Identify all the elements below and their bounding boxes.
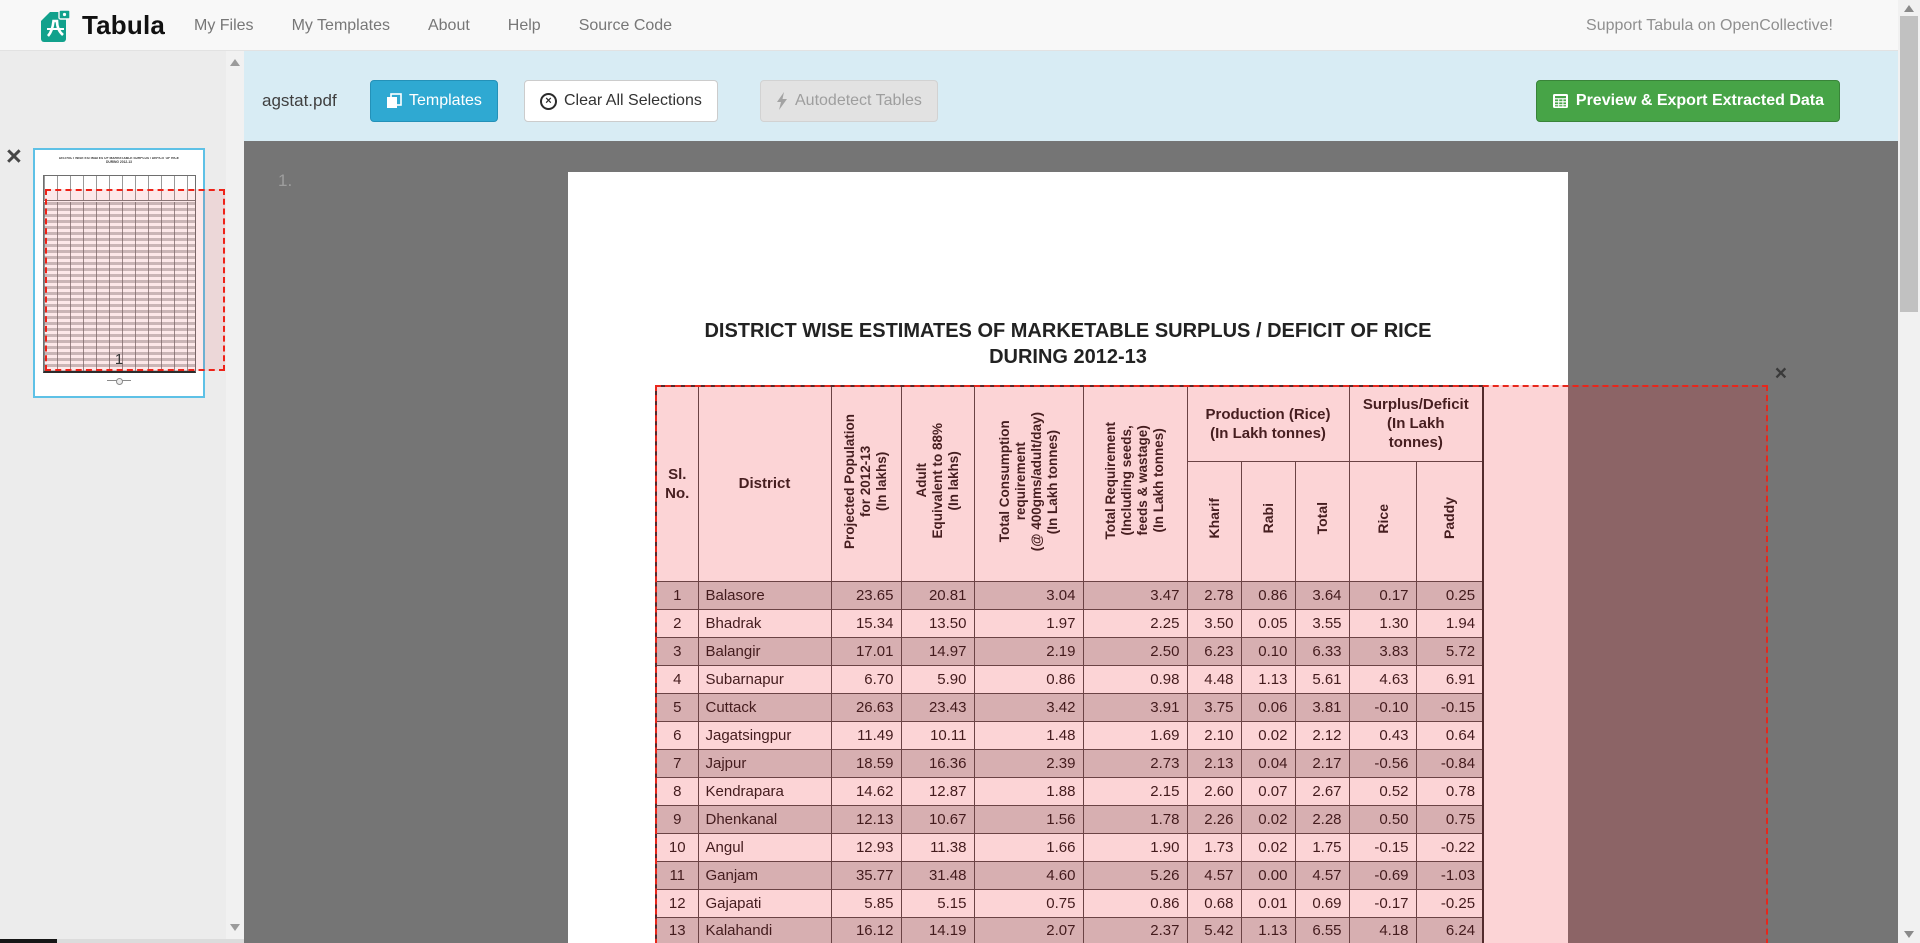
- clear-selections-icon: ×: [540, 93, 557, 110]
- horizontal-scroll-thumb[interactable]: [0, 939, 57, 943]
- toolbar: agstat.pdf Templates × Clear All Selecti…: [244, 51, 1898, 141]
- support-link[interactable]: Support Tabula on OpenCollective!: [1586, 0, 1833, 51]
- selection-box[interactable]: ×: [655, 385, 1768, 943]
- sidebar-scrollbar[interactable]: [226, 51, 244, 939]
- brand[interactable]: Tabula: [38, 6, 165, 44]
- autodetect-tables-button[interactable]: Autodetect Tables: [760, 80, 938, 122]
- nav-about[interactable]: About: [428, 17, 470, 35]
- nav-source-code[interactable]: Source Code: [579, 17, 672, 35]
- sidebar-horizontal-scrollbar[interactable]: [0, 939, 244, 943]
- thumbnail-page-mark: [107, 380, 131, 385]
- clear-label: Clear All Selections: [564, 92, 702, 110]
- templates-button[interactable]: Templates: [370, 80, 498, 122]
- scroll-up-icon[interactable]: [230, 59, 240, 66]
- templates-icon: [386, 93, 402, 109]
- nav-menu: My Files My Templates About Help Source …: [194, 0, 672, 51]
- lightning-bolt-icon: [776, 92, 788, 110]
- navbar: Tabula My Files My Templates About Help …: [0, 0, 1920, 51]
- page-number-label: 1.: [278, 171, 292, 191]
- preview-export-button[interactable]: Preview & Export Extracted Data: [1536, 80, 1840, 122]
- table-grid-icon: [1552, 93, 1569, 109]
- templates-label: Templates: [409, 92, 482, 110]
- thumbnail-close-icon[interactable]: ×: [6, 143, 22, 170]
- document-canvas: 1. DISTRICT WISE ESTIMATES OF MARKETABLE…: [244, 141, 1898, 943]
- autodetect-label: Autodetect Tables: [795, 92, 922, 110]
- tabula-app: Tabula My Files My Templates About Help …: [0, 0, 1920, 943]
- export-label: Preview & Export Extracted Data: [1576, 92, 1824, 110]
- thumbnail-selection-box[interactable]: [45, 189, 225, 371]
- pdf-title-line1: DISTRICT WISE ESTIMATES OF MARKETABLE SU…: [568, 318, 1568, 344]
- scrollbar-up-icon[interactable]: [1904, 5, 1914, 12]
- pdf-title-line2: DURING 2012-13: [568, 344, 1568, 370]
- thumbnail-title: DISTRICT WISE ESTIMATES OF MARKETABLE SU…: [34, 157, 205, 165]
- clear-all-selections-button[interactable]: × Clear All Selections: [524, 80, 718, 122]
- scrollbar-down-icon[interactable]: [1904, 931, 1914, 938]
- nav-help[interactable]: Help: [508, 17, 541, 35]
- nav-my-files[interactable]: My Files: [194, 17, 254, 35]
- filename-label: agstat.pdf: [262, 80, 337, 122]
- scroll-down-icon[interactable]: [230, 924, 240, 931]
- selection-close-icon[interactable]: ×: [1775, 363, 1787, 384]
- sidebar: × DISTRICT WISE ESTIMATES OF MARKETABLE …: [0, 51, 244, 943]
- nav-my-templates[interactable]: My Templates: [292, 17, 390, 35]
- tabula-logo-icon: [38, 6, 72, 44]
- page-scrollbar[interactable]: [1898, 0, 1920, 943]
- thumbnail-page-number: 1: [33, 351, 205, 368]
- pdf-title: DISTRICT WISE ESTIMATES OF MARKETABLE SU…: [568, 318, 1568, 370]
- scrollbar-thumb[interactable]: [1900, 16, 1918, 312]
- app-title: Tabula: [82, 10, 165, 41]
